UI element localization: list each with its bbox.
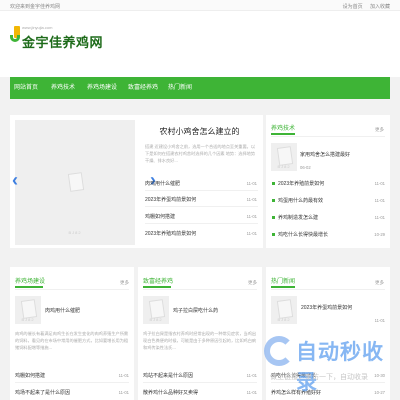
rich-more-link[interactable]: 更多 [248, 280, 257, 286]
list-item-date: 11-01 [246, 231, 257, 236]
list-item-date: 11-01 [374, 198, 385, 203]
divider [143, 289, 257, 290]
list-item[interactable]: 2023年养殖鸡前景如何 [145, 230, 196, 237]
bullet-icon [272, 199, 275, 202]
list-item-date: 11-01 [246, 181, 257, 186]
nav-item-farm[interactable]: 养鸡场建设 [87, 77, 117, 99]
list-item-date: 10-29 [374, 232, 385, 237]
tech-headline[interactable]: 家用鸡舍怎么搭建最好 [300, 151, 350, 158]
farm-thumbnail[interactable] [15, 296, 41, 324]
list-item-date: 11-01 [118, 390, 129, 395]
farm-summary: 肉鸡的催长有着满足肉鸡生长在发生变化的肉鸡养殖生产所需的饲料，看见的在市场中常用… [15, 331, 129, 350]
list-item[interactable]: 2023年养蛋鸡前景如何 [145, 196, 196, 203]
list-item-date: 11-01 [246, 197, 257, 202]
rich-summary: 鸡子拉白屎是指农村养鸡时经常出现的一种常见症状，当鸡出现白色粪便的时候，可能是由… [143, 331, 257, 350]
list-item[interactable]: 鸡场不起来了是什么原因 [15, 389, 70, 396]
news-thumbnail[interactable] [271, 296, 297, 324]
divider [271, 289, 385, 290]
nav-item-news[interactable]: 热门新闻 [168, 77, 192, 99]
divider [15, 382, 129, 383]
nav-item-home[interactable]: 网站首页 [14, 77, 38, 99]
top-links: 设为首页 加入收藏 [337, 3, 390, 10]
logo-icon[interactable] [10, 26, 21, 43]
rich-headline[interactable]: 鸡子拉白屎吃什么药 [173, 307, 218, 314]
list-item[interactable]: 鸡棚如何搭建 [145, 213, 175, 220]
bullet-icon [272, 182, 275, 185]
divider [15, 289, 129, 290]
list-item[interactable]: 2023年养殖前景如何 [278, 180, 324, 187]
set-homepage-link[interactable]: 设为首页 [343, 4, 363, 10]
farm-more-link[interactable]: 更多 [120, 280, 129, 286]
farm-headline[interactable]: 肉鸡用什么催肥 [45, 307, 80, 314]
site-logo-text[interactable]: 金宇佳养鸡网 [22, 32, 103, 51]
list-item[interactable]: 鸡站不起来是什么原因 [143, 372, 193, 379]
bullet-icon [272, 216, 275, 219]
list-item-date: 11-01 [374, 181, 385, 186]
watermark-slogan: 做上链接，来访一下，自动收录 [270, 374, 368, 381]
divider [271, 136, 385, 137]
nav-item-rich[interactable]: 致富经养鸡 [128, 77, 158, 99]
watermark-logo-icon [264, 336, 294, 366]
featured-title[interactable]: 农村小鸡舍怎么建立的 [140, 126, 259, 137]
news-more-link[interactable]: 更多 [375, 280, 384, 286]
list-item-date: 11-01 [246, 390, 257, 395]
list-item-date: 11-01 [118, 373, 129, 378]
tech-thumbnail[interactable] [271, 143, 297, 171]
list-item[interactable]: 鸡蛋用什么药最有效 [278, 197, 323, 204]
section-underline [271, 133, 295, 135]
list-item[interactable]: 鸡吃什么长得快最增长 [278, 231, 328, 238]
list-item[interactable]: 肉鸡用什么催肥 [145, 180, 180, 187]
list-item-date: 11-01 [246, 373, 257, 378]
add-favorite-link[interactable]: 加入收藏 [370, 4, 390, 10]
divider [143, 382, 257, 383]
tech-more-link[interactable]: 更多 [375, 127, 384, 133]
list-item[interactable]: 养鸡制造发怎么建 [278, 214, 318, 221]
farm-section-title[interactable]: 养鸡场建设 [15, 276, 45, 285]
watermark: 自动秒收录 做上链接，来访一下，自动收录 [264, 332, 394, 394]
watermark-brand: 自动秒收录 [296, 341, 384, 394]
list-item[interactable]: 散养鸡什么品种好又卖得 [143, 389, 198, 396]
main-nav: 网站首页 养鸡技术 养鸡场建设 致富经养鸡 热门新闻 [10, 77, 390, 99]
section-underline [143, 286, 171, 288]
featured-description: 搭建 近建设小鸡舍之前，选用一个合适的地点至关重要。以下是如何在搭建农村鸡舍时选… [145, 144, 256, 163]
top-bar: 欢迎来到金宇佳养鸡网 设为首页 加入收藏 [0, 0, 400, 11]
list-item[interactable]: 鸡棚如何搭建 [15, 372, 45, 379]
nav-item-tech[interactable]: 养鸡技术 [51, 77, 75, 99]
slider-prev-arrow[interactable]: ‹ [12, 171, 18, 189]
list-item-date: 11-01 [246, 214, 257, 219]
slider-image[interactable] [15, 120, 135, 245]
section-underline [15, 286, 43, 288]
tech-section-title[interactable]: 养鸡技术 [271, 123, 295, 132]
divider [145, 206, 258, 207]
bullet-icon [272, 233, 275, 236]
news-section-title[interactable]: 热门新闻 [271, 276, 295, 285]
divider [145, 223, 258, 224]
rich-section-title[interactable]: 致富经养鸡 [143, 276, 173, 285]
tech-headline-date: 06-02 [300, 165, 311, 170]
news-headline[interactable]: 2023年养蛋鸡前景如何 [301, 304, 352, 311]
welcome-text: 欢迎来到金宇佳养鸡网 [10, 4, 61, 10]
rich-thumbnail[interactable] [143, 296, 169, 324]
list-item-date: 11-01 [374, 215, 385, 220]
news-headline-date: 11-01 [374, 318, 385, 323]
divider [145, 190, 258, 191]
section-underline [271, 286, 295, 288]
logo-domain: www.jinyujia.com [22, 25, 53, 30]
